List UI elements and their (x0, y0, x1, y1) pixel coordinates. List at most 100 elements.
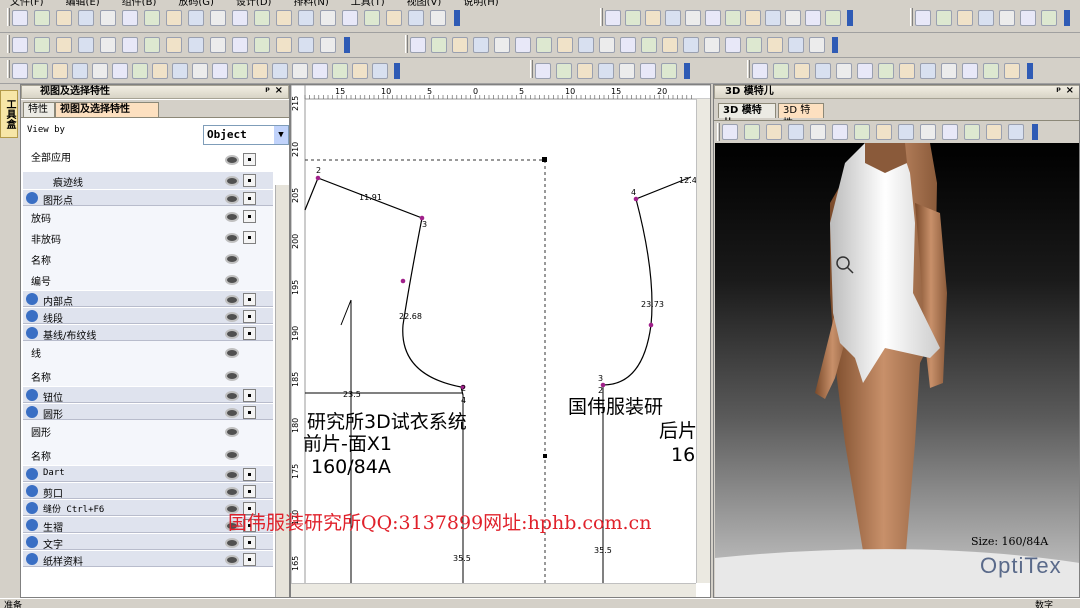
property-row[interactable]: 钮位 (23, 386, 273, 404)
visibility-eye-icon[interactable] (225, 390, 239, 401)
toolbar-grip[interactable] (530, 60, 533, 78)
toolbar-overflow-icon[interactable] (847, 10, 853, 26)
tool-icon[interactable] (665, 10, 681, 26)
tool-icon[interactable] (578, 37, 594, 53)
select-checkbox[interactable] (243, 467, 256, 481)
property-row[interactable]: 线段 (23, 307, 273, 325)
close-icon[interactable]: × (275, 85, 283, 97)
select-checkbox[interactable] (243, 292, 256, 306)
tool-icon[interactable] (410, 37, 426, 53)
select-checkbox[interactable] (243, 191, 256, 205)
tool-icon[interactable] (352, 63, 368, 79)
property-row[interactable]: 非放码 (23, 227, 273, 248)
tab-properties[interactable]: 特性 (23, 102, 55, 117)
tool-icon[interactable] (494, 37, 510, 53)
visibility-eye-icon[interactable] (225, 427, 239, 437)
toolbar-grip[interactable] (747, 60, 750, 78)
tool-icon[interactable] (986, 124, 1002, 140)
tool-icon[interactable] (899, 63, 915, 79)
property-row[interactable]: 线 (23, 341, 273, 365)
visibility-eye-icon[interactable] (225, 370, 239, 381)
tool-icon[interactable] (132, 63, 148, 79)
tool-icon[interactable] (515, 37, 531, 53)
select-checkbox[interactable] (243, 173, 256, 187)
tool-icon[interactable] (620, 37, 636, 53)
visibility-eye-icon[interactable] (225, 193, 239, 204)
visibility-eye-icon[interactable] (225, 469, 239, 480)
select-checkbox[interactable] (243, 484, 256, 498)
tool-icon[interactable] (408, 10, 424, 26)
tool-icon[interactable] (773, 63, 789, 79)
tool-icon[interactable] (898, 124, 914, 140)
select-checkbox[interactable] (243, 535, 256, 549)
tool-icon[interactable] (232, 37, 248, 53)
tool-icon[interactable] (52, 63, 68, 79)
tool-icon[interactable] (745, 10, 761, 26)
tool-icon[interactable] (825, 10, 841, 26)
toolbar-overflow-icon[interactable] (1064, 10, 1070, 26)
tool-icon[interactable] (34, 10, 50, 26)
tool-icon[interactable] (298, 10, 314, 26)
tool-icon[interactable] (112, 63, 128, 79)
tool-icon[interactable] (915, 10, 931, 26)
tool-icon[interactable] (857, 63, 873, 79)
tool-icon[interactable] (625, 10, 641, 26)
tool-icon[interactable] (430, 10, 446, 26)
tool-icon[interactable] (332, 63, 348, 79)
tool-icon[interactable] (809, 37, 825, 53)
tool-icon[interactable] (815, 63, 831, 79)
toolbox-dock-tab[interactable]: 工具盒 (0, 90, 18, 138)
tool-icon[interactable] (210, 10, 226, 26)
toolbar-overflow-icon[interactable] (344, 37, 350, 53)
tool-icon[interactable] (122, 37, 138, 53)
tool-icon[interactable] (662, 37, 678, 53)
tool-icon[interactable] (431, 37, 447, 53)
select-checkbox[interactable] (243, 230, 256, 244)
tool-icon[interactable] (122, 10, 138, 26)
tool-icon[interactable] (836, 63, 852, 79)
tool-icon[interactable] (144, 10, 160, 26)
select-checkbox[interactable] (243, 388, 256, 402)
tool-icon[interactable] (744, 124, 760, 140)
visibility-eye-icon[interactable] (225, 449, 239, 460)
select-checkbox[interactable] (243, 552, 256, 566)
tool-icon[interactable] (12, 37, 28, 53)
tool-icon[interactable] (452, 37, 468, 53)
property-row[interactable]: 痕迹线 (23, 172, 273, 189)
tool-icon[interactable] (100, 37, 116, 53)
tool-icon[interactable] (1004, 63, 1020, 79)
select-checkbox[interactable] (243, 309, 256, 323)
tool-icon[interactable] (752, 63, 768, 79)
toolbar-grip[interactable] (910, 8, 913, 26)
tool-icon[interactable] (312, 63, 328, 79)
toolbar-overflow-icon[interactable] (454, 10, 460, 26)
tool-icon[interactable] (72, 63, 88, 79)
tool-icon[interactable] (557, 37, 573, 53)
toolbar-grip[interactable] (717, 123, 720, 141)
visibility-eye-icon[interactable] (225, 537, 239, 548)
pin-icon[interactable]: ᵖ (265, 86, 270, 98)
tool-icon[interactable] (785, 10, 801, 26)
property-row[interactable]: 圆形 (23, 420, 273, 444)
tool-icon[interactable] (725, 37, 741, 53)
property-row[interactable]: 全部应用 (23, 147, 273, 172)
tool-icon[interactable] (605, 10, 621, 26)
tool-icon[interactable] (599, 37, 615, 53)
tool-icon[interactable] (254, 37, 270, 53)
visibility-eye-icon[interactable] (225, 274, 239, 285)
view-by-select[interactable]: Object ▼ (203, 125, 289, 145)
tool-icon[interactable] (999, 10, 1015, 26)
tool-icon[interactable] (876, 124, 892, 140)
tool-icon[interactable] (166, 37, 182, 53)
tool-icon[interactable] (640, 63, 656, 79)
tool-icon[interactable] (1008, 124, 1024, 140)
tool-icon[interactable] (78, 37, 94, 53)
property-row[interactable]: Dart (23, 465, 273, 482)
tool-icon[interactable] (276, 10, 292, 26)
tool-icon[interactable] (957, 10, 973, 26)
property-row[interactable]: 纸样资料 (23, 550, 273, 568)
property-row[interactable]: 基线/布纹线 (23, 324, 273, 342)
tool-icon[interactable] (188, 10, 204, 26)
pin-icon[interactable]: ᵖ (1056, 86, 1061, 98)
tool-icon[interactable] (725, 10, 741, 26)
